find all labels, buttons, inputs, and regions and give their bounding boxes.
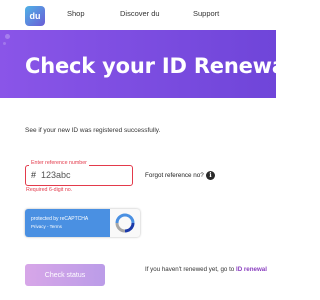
renewal-prompt: If you haven't renewed yet, go to ID ren… <box>145 265 270 274</box>
page-title: Check your ID Renewal <box>25 54 276 78</box>
recaptcha-logo-icon <box>115 213 135 233</box>
id-renewal-link[interactable]: ID renewal <box>236 266 267 273</box>
info-icon[interactable]: i <box>206 171 215 180</box>
check-status-button[interactable]: Check status <box>25 264 105 286</box>
forgot-reference-link[interactable]: Forgot reference no? <box>145 172 204 179</box>
renewal-prompt-text: If you haven't renewed yet, go to <box>145 266 235 273</box>
reference-error-message: Required 6-digit no. <box>26 187 73 193</box>
hash-prefix: # <box>31 170 37 180</box>
nav-support-link[interactable]: Support <box>193 9 219 18</box>
recaptcha-privacy-terms[interactable]: Privacy - Terms <box>31 224 62 229</box>
recaptcha-info-panel: protected by reCAPTCHA Privacy - Terms <box>25 209 110 237</box>
hero-banner: Check your ID Renewal <box>0 30 276 98</box>
reference-number-input[interactable] <box>41 169 126 181</box>
nav-discover-link[interactable]: Discover du <box>120 9 160 18</box>
reference-number-label: Enter reference number <box>29 160 89 166</box>
top-navigation-bar: du Shop Discover du Support <box>0 0 276 30</box>
du-logo[interactable]: du <box>25 6 45 26</box>
recaptcha-widget[interactable]: protected by reCAPTCHA Privacy - Terms <box>25 209 140 237</box>
hero-decoration-dot <box>5 34 10 39</box>
nav-shop-link[interactable]: Shop <box>67 9 85 18</box>
recaptcha-protected-text: protected by reCAPTCHA <box>31 216 89 222</box>
hero-decoration-dot <box>3 42 6 45</box>
reference-number-field[interactable]: # <box>25 165 133 186</box>
intro-text: See if your new ID was registered succes… <box>25 127 161 134</box>
